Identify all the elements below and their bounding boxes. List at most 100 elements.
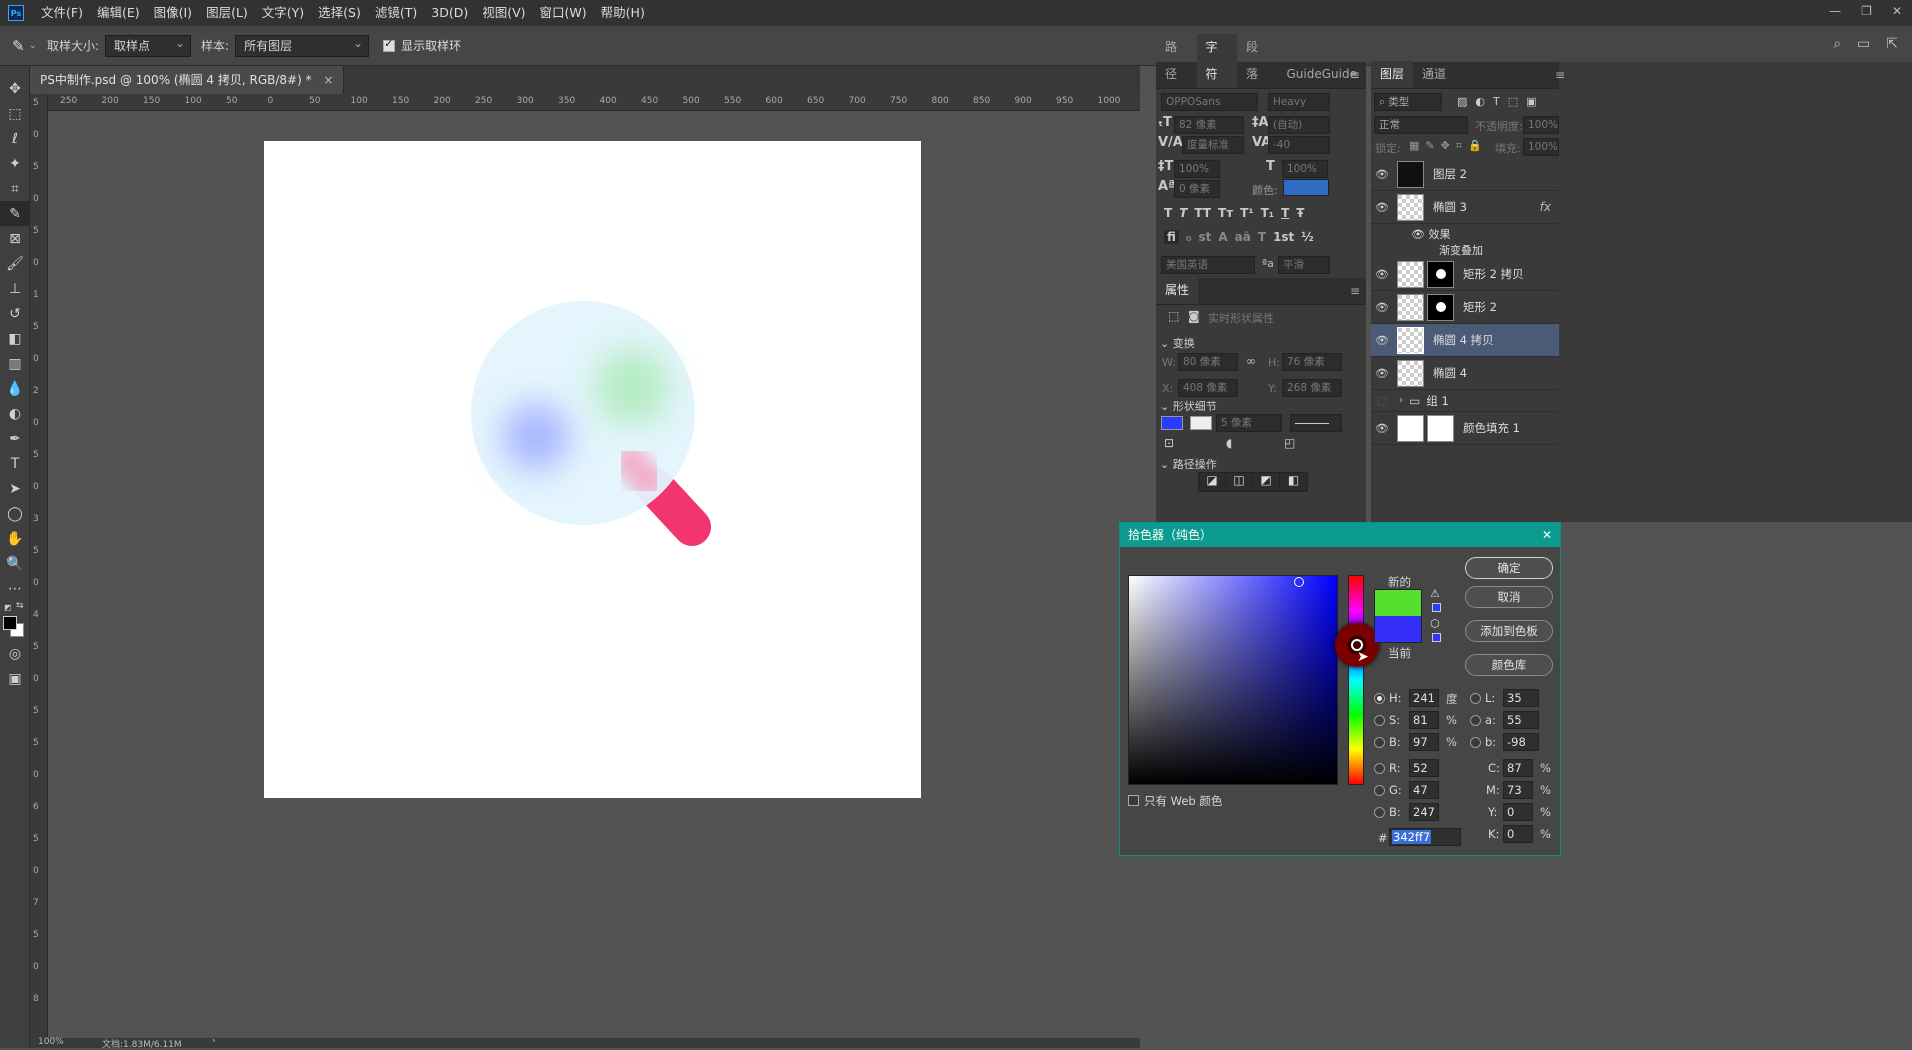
close-window-icon[interactable]: ✕ xyxy=(1892,4,1902,18)
x-field[interactable]: 408 像素 xyxy=(1178,379,1238,397)
font-family-select[interactable]: OPPOSans xyxy=(1161,93,1258,111)
out-of-gamut-warning-icon[interactable]: ⚠ xyxy=(1430,587,1440,600)
type-tool-icon[interactable]: T xyxy=(0,451,30,476)
menu-image[interactable]: 图像(I) xyxy=(147,0,199,26)
share-icon[interactable]: ⇱ xyxy=(1886,36,1898,52)
layer-row[interactable]: 👁 椭圆 4 拷贝 xyxy=(1371,324,1559,357)
eye-icon[interactable]: 👁 xyxy=(1371,367,1393,380)
stroke-type-select[interactable] xyxy=(1290,414,1342,432)
titling-alternates-button[interactable]: T xyxy=(1258,230,1266,244)
menu-type[interactable]: 文字(Y) xyxy=(255,0,311,26)
eye-icon[interactable]: 👁 xyxy=(1371,168,1393,181)
layers-menu-icon[interactable]: ≡ xyxy=(1555,68,1565,82)
b-radio[interactable] xyxy=(1374,737,1385,748)
lock-transparent-icon[interactable]: ▦ xyxy=(1409,139,1419,153)
minimize-icon[interactable]: — xyxy=(1829,4,1841,18)
all-caps-button[interactable]: TT xyxy=(1194,206,1211,220)
document-canvas[interactable] xyxy=(264,141,921,798)
mask-props-icon[interactable]: ◙ xyxy=(1188,309,1200,323)
blue-field[interactable]: 247 xyxy=(1409,803,1439,821)
l-radio[interactable] xyxy=(1470,693,1481,704)
layer-mask-thumbnail[interactable] xyxy=(1427,260,1454,288)
path-ops-section[interactable]: ⌄ 路径操作 xyxy=(1160,456,1217,472)
pixel-filter-icon[interactable]: ▨ xyxy=(1457,95,1467,108)
stroke-width-field[interactable]: 5 像素 xyxy=(1216,414,1282,432)
eye-icon[interactable]: 👁 xyxy=(1371,301,1393,314)
layer-row[interactable]: 👁 椭圆 3 fx xyxy=(1371,191,1559,224)
h-field[interactable]: 241 xyxy=(1409,689,1439,707)
menu-window[interactable]: 窗口(W) xyxy=(533,0,594,26)
history-brush-tool-icon[interactable]: ↺ xyxy=(0,301,30,326)
brush-tool-icon[interactable]: 🖌 xyxy=(0,251,30,276)
tool-preset-chevron-icon[interactable]: ⌄ xyxy=(29,40,37,51)
faux-bold-button[interactable]: T xyxy=(1164,206,1172,220)
ligatures-button[interactable]: fi xyxy=(1164,230,1179,244)
eye-hidden-icon[interactable]: ▢ xyxy=(1371,394,1393,407)
combine-shapes-icon[interactable]: ◪ xyxy=(1199,473,1226,491)
screen-mode-icon[interactable]: ▣ xyxy=(0,666,30,691)
fx-badge[interactable]: fx xyxy=(1540,200,1551,214)
effects-label[interactable]: 👁 效果 xyxy=(1411,226,1450,242)
close-tab-icon[interactable]: × xyxy=(323,73,333,87)
quick-mask-icon[interactable]: ◎ xyxy=(0,641,30,666)
h-radio[interactable] xyxy=(1374,693,1385,704)
s-radio[interactable] xyxy=(1374,715,1385,726)
eraser-tool-icon[interactable]: ◧ xyxy=(0,326,30,351)
layer-mask-thumbnail[interactable] xyxy=(1427,293,1454,321)
height-field[interactable]: 76 像素 xyxy=(1282,353,1342,371)
eye-icon[interactable]: 👁 xyxy=(1371,201,1393,214)
layer-row[interactable]: 👁 矩形 2 拷贝 xyxy=(1371,258,1559,291)
layer-group-row[interactable]: ▢ › ▭ 组 1 xyxy=(1371,390,1559,412)
crop-tool-icon[interactable]: ⌗ xyxy=(0,176,30,201)
kerning-field[interactable]: 度量标准 xyxy=(1182,136,1244,154)
swap-colors-icon[interactable]: ⇆ xyxy=(16,601,24,611)
leading-field[interactable]: (自动) xyxy=(1268,116,1330,134)
cap-type-icon[interactable]: ◖ xyxy=(1226,436,1232,450)
transform-section[interactable]: ⌄ 变换 xyxy=(1160,335,1195,351)
fractions-button[interactable]: ½ xyxy=(1301,230,1313,244)
font-size-field[interactable]: 82 像素 xyxy=(1174,116,1244,134)
eye-icon[interactable]: 👁 xyxy=(1371,334,1393,347)
align-stroke-icon[interactable]: ⊡ xyxy=(1164,436,1174,450)
stamp-tool-icon[interactable]: ⊥ xyxy=(0,276,30,301)
zoom-tool-icon[interactable]: 🔍 xyxy=(0,551,30,576)
width-field[interactable]: 80 像素 xyxy=(1178,353,1238,371)
r-field[interactable]: 52 xyxy=(1409,759,1439,777)
shape-filter-icon[interactable]: ⬚ xyxy=(1508,95,1518,108)
menu-view[interactable]: 视图(V) xyxy=(475,0,532,26)
adjustment-filter-icon[interactable]: ◐ xyxy=(1475,95,1485,108)
blur-tool-icon[interactable]: 💧 xyxy=(0,376,30,401)
sample-size-select[interactable]: 取样点 xyxy=(105,33,192,57)
gradient-overlay-effect[interactable]: 渐变叠加 xyxy=(1439,242,1483,258)
eye-icon[interactable]: 👁 xyxy=(1371,268,1393,281)
foreground-color-swatch[interactable] xyxy=(3,616,17,630)
smart-filter-icon[interactable]: ▣ xyxy=(1526,95,1536,108)
status-menu-arrow[interactable]: › xyxy=(212,1036,216,1046)
current-color-swatch[interactable] xyxy=(1374,616,1422,643)
search-icon[interactable]: ⌕ xyxy=(1833,36,1841,52)
layer-row[interactable]: 👁 矩形 2 xyxy=(1371,291,1559,324)
cancel-button[interactable]: 取消 xyxy=(1465,586,1553,608)
y-field[interactable]: 0 xyxy=(1503,803,1533,821)
lock-position-icon[interactable]: ✥ xyxy=(1441,139,1450,153)
hex-field[interactable]: 342ff7 xyxy=(1389,828,1461,846)
exclude-shapes-icon[interactable]: ◧ xyxy=(1280,473,1307,491)
brightness-field[interactable]: 97 xyxy=(1409,733,1439,751)
anti-alias-select[interactable]: 平滑 xyxy=(1278,256,1330,274)
frame-tool-icon[interactable]: ⊠ xyxy=(0,226,30,251)
menu-3d[interactable]: 3D(D) xyxy=(424,0,475,26)
l-field[interactable]: 35 xyxy=(1503,689,1539,707)
menu-select[interactable]: 选择(S) xyxy=(311,0,368,26)
a-radio[interactable] xyxy=(1470,715,1481,726)
strikethrough-button[interactable]: Ŧ xyxy=(1296,206,1304,220)
show-sampling-ring-checkbox[interactable] xyxy=(383,37,396,52)
web-safe-color-swatch[interactable] xyxy=(1432,633,1441,642)
menu-help[interactable]: 帮助(H) xyxy=(594,0,652,26)
layer-row[interactable]: 👁 椭圆 4 xyxy=(1371,357,1559,390)
layer-filter-select[interactable]: ⌕ 类型 xyxy=(1374,93,1442,111)
g-radio[interactable] xyxy=(1374,785,1385,796)
tab-paths[interactable]: 路径 xyxy=(1156,34,1197,88)
add-to-swatches-button[interactable]: 添加到色板 xyxy=(1465,620,1553,642)
stylistic-alternates-button[interactable]: aā xyxy=(1235,230,1251,244)
saturation-brightness-field[interactable] xyxy=(1128,575,1338,785)
